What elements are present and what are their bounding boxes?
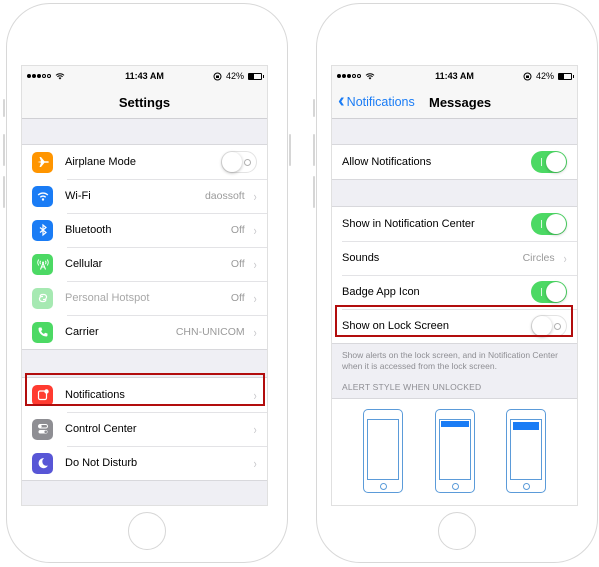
- alert-style-banners[interactable]: [435, 409, 475, 494]
- phone-icon: [32, 321, 53, 343]
- battery-icon: [248, 72, 264, 80]
- allow-notifications-toggle[interactable]: [531, 151, 567, 173]
- alert-style-header: ALERT STYLE WHEN UNLOCKED: [342, 382, 482, 393]
- row-sounds[interactable]: Sounds Circles ›: [332, 241, 577, 275]
- page-title: Settings: [118, 94, 171, 110]
- bluetooth-icon: [32, 219, 53, 241]
- battery-percent: 42%: [225, 71, 244, 81]
- wifi-label: Wi-Fi: [65, 190, 91, 202]
- bluetooth-value: Off: [230, 224, 245, 236]
- show-in-notification-center-toggle[interactable]: [531, 213, 567, 235]
- allow-notifications-label: Allow Notifications: [342, 156, 432, 168]
- notification-options-group: Show in Notification Center Sounds Circl…: [332, 206, 577, 344]
- airplane-mode-label: Airplane Mode: [65, 156, 136, 168]
- wifi-status-icon: [55, 73, 65, 80]
- status-bar: 11:43 AM 42%: [332, 66, 577, 86]
- settings-row-control-center[interactable]: Control Center ›: [22, 412, 267, 446]
- row-badge-app-icon: Badge App Icon: [332, 275, 577, 309]
- notifications-icon: [32, 384, 53, 406]
- alert-style-picker: [332, 398, 577, 505]
- phone-frame-right: 11:43 AM 42% ‹ Notifications Messages Al…: [313, 3, 598, 563]
- status-bar: 11:43 AM 42%: [22, 66, 267, 86]
- power-button: [289, 134, 291, 166]
- allow-notifications-group: Allow Notifications: [332, 144, 577, 180]
- phone-frame-left: 11:43 AM 42% Settings Airplane Mode Wi-F…: [3, 3, 291, 563]
- volume-down-button: [3, 176, 5, 208]
- chevron-right-icon: ›: [253, 324, 257, 340]
- volume-up-button: [3, 134, 5, 166]
- settings-group-connectivity: Airplane Mode Wi-Fi daossoft › Bluetooth…: [22, 144, 267, 350]
- settings-row-personal-hotspot[interactable]: Personal Hotspot Off ›: [22, 281, 267, 315]
- carrier-label: Carrier: [65, 326, 99, 338]
- chevron-right-icon: ›: [253, 290, 257, 306]
- row-allow-notifications: Allow Notifications: [332, 145, 577, 179]
- signal-strength-icon: [27, 74, 51, 78]
- personal-hotspot-label: Personal Hotspot: [65, 292, 150, 304]
- do-not-disturb-label: Do Not Disturb: [65, 457, 138, 469]
- chevron-right-icon: ›: [253, 455, 257, 471]
- cellular-label: Cellular: [65, 258, 103, 270]
- signal-strength-icon: [337, 74, 361, 78]
- wifi-network-value: daossoft: [204, 190, 245, 202]
- moon-icon: [32, 452, 53, 474]
- alert-style-alerts[interactable]: [506, 409, 546, 494]
- show-in-notification-center-label: Show in Notification Center: [342, 218, 475, 230]
- control-center-icon: [32, 418, 53, 440]
- volume-down-button: [313, 176, 315, 208]
- notifications-label: Notifications: [65, 389, 125, 401]
- settings-row-airplane-mode: Airplane Mode: [22, 145, 267, 179]
- cellular-value: Off: [230, 258, 245, 270]
- personal-hotspot-value: Off: [230, 292, 245, 304]
- control-center-label: Control Center: [65, 423, 137, 435]
- badge-app-icon-toggle[interactable]: [531, 281, 567, 303]
- sounds-label: Sounds: [342, 252, 380, 264]
- home-button[interactable]: [128, 512, 166, 550]
- mute-switch: [313, 99, 315, 117]
- bluetooth-label: Bluetooth: [65, 224, 112, 236]
- back-button-label: Notifications: [346, 95, 415, 109]
- settings-row-notifications[interactable]: Notifications ›: [22, 378, 267, 412]
- mute-switch: [3, 99, 5, 117]
- wifi-icon: [32, 185, 53, 207]
- battery-icon: [558, 72, 574, 80]
- chevron-right-icon: ›: [253, 421, 257, 437]
- home-button[interactable]: [438, 512, 476, 550]
- chevron-right-icon: ›: [253, 222, 257, 238]
- airplane-icon: [32, 151, 53, 173]
- navigation-bar: ‹ Notifications Messages: [332, 86, 577, 119]
- wifi-status-icon: [365, 73, 375, 80]
- battery-percent: 42%: [535, 71, 554, 81]
- airplane-mode-toggle[interactable]: [221, 151, 257, 173]
- cellular-icon: [32, 253, 53, 275]
- chevron-right-icon: ›: [253, 256, 257, 272]
- settings-row-bluetooth[interactable]: Bluetooth Off ›: [22, 213, 267, 247]
- hotspot-icon: [32, 287, 53, 309]
- settings-screen: 11:43 AM 42% Settings Airplane Mode Wi-F…: [21, 65, 268, 506]
- settings-row-cellular[interactable]: Cellular Off ›: [22, 247, 267, 281]
- alert-style-none[interactable]: [363, 409, 403, 494]
- back-button[interactable]: ‹ Notifications: [338, 86, 415, 118]
- settings-row-do-not-disturb[interactable]: Do Not Disturb ›: [22, 446, 267, 480]
- orientation-lock-icon: [213, 72, 222, 80]
- badge-app-icon-label: Badge App Icon: [342, 286, 420, 298]
- page-title: Messages: [429, 94, 492, 110]
- settings-row-carrier[interactable]: Carrier CHN-UNICOM ›: [22, 315, 267, 349]
- orientation-lock-icon: [523, 72, 532, 80]
- chevron-right-icon: ›: [253, 387, 257, 403]
- chevron-left-icon: ‹: [338, 90, 345, 112]
- show-on-lock-screen-label: Show on Lock Screen: [342, 320, 450, 332]
- show-on-lock-screen-toggle[interactable]: [531, 315, 567, 337]
- row-show-in-notification-center: Show in Notification Center: [332, 207, 577, 241]
- navigation-bar: Settings: [22, 86, 267, 119]
- lock-screen-note: Show alerts on the lock screen, and in N…: [342, 350, 558, 372]
- carrier-value: CHN-UNICOM: [175, 326, 245, 338]
- chevron-right-icon: ›: [563, 250, 567, 266]
- settings-row-wifi[interactable]: Wi-Fi daossoft ›: [22, 179, 267, 213]
- volume-up-button: [313, 134, 315, 166]
- settings-group-system: Notifications › Control Center › Do Not …: [22, 377, 267, 481]
- row-show-on-lock-screen: Show on Lock Screen: [332, 309, 577, 343]
- messages-notifications-screen: 11:43 AM 42% ‹ Notifications Messages Al…: [331, 65, 578, 506]
- sounds-value: Circles: [522, 252, 555, 264]
- chevron-right-icon: ›: [253, 188, 257, 204]
